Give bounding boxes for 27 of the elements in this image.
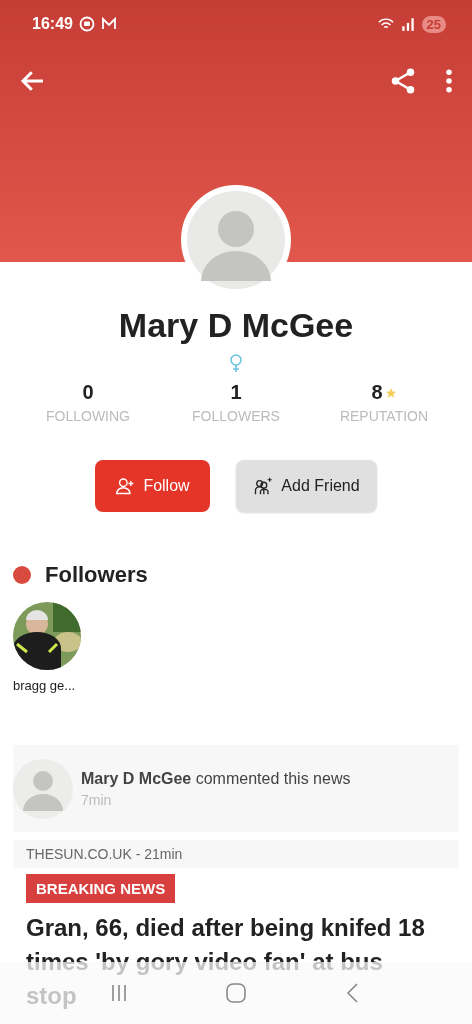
breaking-news-badge: BREAKING NEWS xyxy=(26,874,176,903)
stat-label: FOLLOWERS xyxy=(192,408,280,424)
battery-level: 25 xyxy=(421,15,446,33)
section-title: Followers xyxy=(45,562,148,588)
news-source: THESUN.CO.UK - 21min xyxy=(13,840,459,868)
add-friend-icon xyxy=(253,476,274,496)
stat-value: 1 xyxy=(230,381,242,404)
activity-time: 7min xyxy=(81,791,113,808)
stat-value: 0 xyxy=(82,381,94,404)
activity-text: Mary D McGee commented this news xyxy=(81,769,351,788)
notification-icon xyxy=(78,16,95,32)
home-icon[interactable] xyxy=(224,981,248,1005)
avatar-icon xyxy=(13,758,73,819)
stat-label: FOLLOWING xyxy=(46,408,130,424)
mail-icon xyxy=(100,16,117,32)
stat-value: 8 xyxy=(371,381,383,404)
follow-button[interactable]: Follow xyxy=(95,460,210,512)
stat-label: REPUTATION xyxy=(339,408,429,424)
status-time: 16:49 xyxy=(32,15,73,33)
add-friend-button[interactable]: Add Friend xyxy=(236,460,377,512)
profile-name: Mary D McGee xyxy=(117,306,355,345)
add-user-icon xyxy=(115,476,136,496)
signal-icon xyxy=(399,16,416,32)
star-icon xyxy=(384,386,397,399)
section-dot xyxy=(13,566,31,584)
female-icon xyxy=(228,353,244,373)
follower-name[interactable]: bragg ge... xyxy=(13,678,76,693)
